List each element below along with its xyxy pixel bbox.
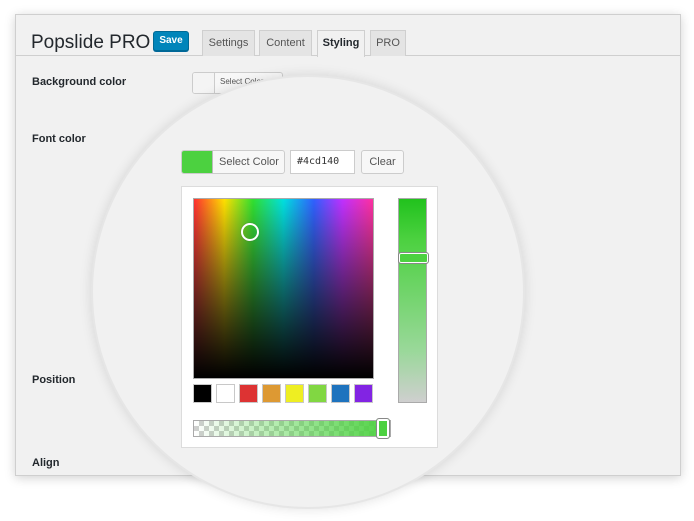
align-label: Align [32,457,60,469]
tab-styling[interactable]: Styling [317,30,365,57]
page-title: Popslide PRO [31,32,151,53]
palette-swatch[interactable] [354,384,373,403]
position-label: Position [32,374,76,386]
tab-pro[interactable]: PRO [370,30,406,56]
color-spectrum[interactable] [193,198,374,379]
palette-swatch[interactable] [262,384,281,403]
palette-swatch[interactable] [216,384,235,403]
palette-swatch[interactable] [239,384,258,403]
font-color-select-label: Select Color [219,156,279,168]
opacity-slider-handle[interactable] [376,418,390,439]
spectrum-handle[interactable] [241,223,259,241]
palette-swatch[interactable] [285,384,304,403]
font-color-hex-input[interactable]: #4cd140 [290,150,355,174]
color-picker-panel [181,186,438,448]
magnifier-lens: Select Color #4cd140 Clear [91,75,525,509]
opacity-slider[interactable] [193,418,391,439]
tab-settings[interactable]: Settings [202,30,255,56]
clear-button[interactable]: Clear [361,150,404,174]
lightness-slider-handle[interactable] [398,252,429,264]
palette-swatch[interactable] [193,384,212,403]
font-color-swatch [182,151,213,173]
font-color-label: Font color [32,133,86,145]
palette-swatch[interactable] [331,384,350,403]
font-color-select-button[interactable]: Select Color [181,150,285,174]
palette-swatch[interactable] [308,384,327,403]
save-button[interactable]: Save [153,31,189,51]
tab-content[interactable]: Content [259,30,312,56]
lightness-slider[interactable] [398,198,429,403]
